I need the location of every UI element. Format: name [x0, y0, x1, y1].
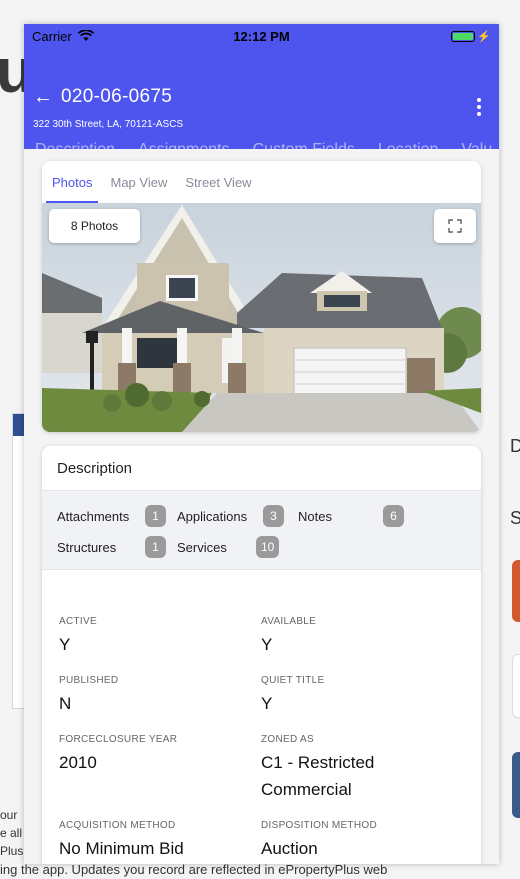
background-text-line: our [0, 808, 18, 822]
background-letter: S [510, 508, 520, 528]
field-label: ZONED AS [261, 734, 314, 745]
field-published: PUBLISHED N [59, 675, 118, 717]
chip-label: Applications [177, 509, 248, 524]
tab-street-view[interactable]: Street View [185, 175, 251, 190]
related-items: Attachments 1 Applications 3 Notes 6 Str… [42, 491, 481, 570]
chip-count-badge: 6 [383, 505, 404, 527]
description-title: Description [42, 446, 481, 491]
chip-attachments[interactable]: Attachments 1 [57, 505, 166, 527]
field-value: Y [59, 635, 71, 654]
field-value: Y [261, 635, 273, 654]
status-bar: Carrier 12:12 PM ⚡ [24, 24, 499, 48]
chip-label: Attachments [57, 509, 130, 524]
wifi-icon [77, 30, 94, 41]
field-label: DISPOSITION METHOD [261, 820, 377, 831]
field-zoned-as: ZONED AS C1 - Restricted Commercial [261, 734, 411, 803]
field-value: C1 - Restricted Commercial [261, 753, 375, 799]
field-value: N [59, 694, 72, 713]
chip-services[interactable]: Services 10 [177, 536, 280, 558]
field-disposition-method: DISPOSITION METHOD Auction [261, 820, 377, 862]
field-value: 2010 [59, 753, 97, 772]
background-card [512, 752, 520, 818]
field-value: Auction [261, 839, 318, 858]
background-text: our e all Plus [0, 806, 23, 860]
field-value: No Minimum Bid [59, 839, 184, 858]
field-acquisition-method: ACQUISITION METHOD No Minimum Bid [59, 820, 184, 862]
field-label: ACTIVE [59, 616, 97, 627]
field-label: AVAILABLE [261, 616, 317, 627]
chip-label: Structures [57, 540, 117, 555]
field-forcleclosure-year: FORCECLOSURE YEAR 2010 [59, 734, 177, 776]
media-card: Photos Map View Street View 8 Photos [42, 161, 481, 432]
expand-icon[interactable] [434, 209, 476, 243]
status-left: Carrier [32, 29, 94, 44]
content-area: Photos Map View Street View 8 Photos Des… [24, 149, 499, 864]
chip-count-badge: 3 [263, 505, 284, 527]
back-arrow-icon[interactable]: ← [33, 87, 53, 107]
media-tabs: Photos Map View Street View [42, 161, 481, 203]
field-available: AVAILABLE Y [261, 616, 316, 658]
title-row: ← 020-06-0675 [33, 86, 172, 108]
background-card [512, 654, 520, 718]
chip-label: Services [177, 540, 227, 555]
field-quiet-title: QUIET TITLE Y [261, 675, 325, 717]
phone-screen: Carrier 12:12 PM ⚡ ← 020-06-0675 322 30t… [24, 24, 499, 864]
chip-notes[interactable]: Notes 6 [298, 505, 404, 527]
description-card: Description Attachments 1 Applications 3… [42, 446, 481, 864]
field-value: Y [261, 694, 273, 713]
background-text-line: e all [0, 826, 23, 840]
background-letter: D [510, 436, 520, 456]
photo-count-button[interactable]: 8 Photos [49, 209, 140, 243]
status-time: 12:12 PM [233, 28, 290, 44]
background-text-line: Plus [0, 844, 24, 858]
property-address: 322 30th Street, LA, 70121-ASCS [33, 119, 184, 130]
more-options-icon[interactable] [477, 98, 481, 116]
field-active: ACTIVE Y [59, 616, 97, 658]
field-label: PUBLISHED [59, 675, 119, 686]
tab-photos[interactable]: Photos [45, 161, 100, 203]
battery-icon: ⚡ [451, 30, 491, 43]
field-label: QUIET TITLE [261, 675, 325, 686]
fullscreen-icon [448, 219, 462, 233]
chip-applications[interactable]: Applications 3 [177, 505, 284, 527]
field-label: FORCECLOSURE YEAR [59, 734, 178, 745]
field-label: ACQUISITION METHOD [59, 820, 176, 831]
page-title: 020-06-0675 [61, 86, 173, 107]
chip-count-badge: 1 [145, 536, 166, 558]
chip-structures[interactable]: Structures 1 [57, 536, 166, 558]
charging-icon: ⚡ [477, 30, 491, 43]
property-photo[interactable]: 8 Photos [42, 203, 481, 432]
background-card [512, 560, 520, 622]
tab-map-view[interactable]: Map View [110, 175, 167, 190]
chip-label: Notes [298, 509, 332, 524]
background-bottom-text: ing the app. Updates you record are refl… [0, 862, 388, 877]
carrier-label: Carrier [32, 28, 72, 44]
chip-count-badge: 1 [145, 505, 166, 527]
chip-count-badge: 10 [256, 536, 280, 558]
